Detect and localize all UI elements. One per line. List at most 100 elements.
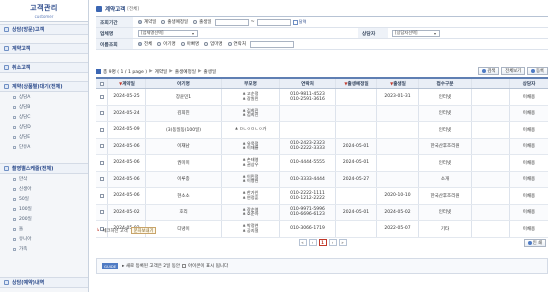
radio-due-date[interactable]: 출생예정일 [161, 19, 188, 25]
sidebar-subitem[interactable]: 가족 [0, 244, 88, 254]
search-button[interactable]: 검색 [478, 67, 500, 75]
page-prev-button[interactable]: ‹ [308, 239, 317, 246]
sidebar-subitem[interactable]: 100일 [0, 204, 88, 214]
radio-birth-date[interactable]: 출생일 [193, 19, 212, 25]
parents-list: 유욱정이재룡 [243, 141, 259, 151]
sidebar-subitem[interactable]: 만삭 [0, 174, 88, 184]
cell-due-date [336, 188, 377, 204]
date-start-input[interactable] [214, 18, 249, 26]
phone-number: 010-3333-4444 [290, 176, 325, 182]
sidebar-item-history[interactable]: 상담(예약)내역 [0, 277, 88, 288]
cell-baby-name[interactable]: 장윤민1 [146, 89, 222, 105]
sidebar-item-cancel[interactable]: 취소고객 [0, 62, 88, 73]
page-header: 계약고객 [전체] [96, 4, 139, 14]
table-row[interactable]: 2024-05-09(3)동일동(100일) ㅁㄴㅇㅁㄴㅇ가 인터넷 이채용 [96, 122, 548, 139]
sidebar-group-contract[interactable]: 계약고객 [0, 43, 88, 54]
sort-link-contract-date[interactable]: 계약일 [155, 69, 168, 75]
page-current[interactable]: 1 [318, 239, 327, 246]
calendar-button[interactable]: 달력 [292, 19, 306, 25]
table-row[interactable]: 2024-05-02디냉이박정연공지철010-3066-17192022-05-… [96, 221, 548, 238]
filter-label: 상담자 [358, 28, 388, 38]
sidebar-item-label: 상담(방문)고객 [12, 27, 45, 33]
parent-name: 장원민 [243, 96, 259, 102]
sidebar-subitem[interactable]: 상담E [0, 132, 88, 142]
parent-name: 호준아 [243, 212, 259, 217]
main-content: 계약고객 [전체] 조회기간 계약일 출생예정일 출생일 ~ 달력 업체명 [업… [90, 0, 555, 292]
cell-baby-name[interactable]: 호리 [146, 204, 222, 220]
header-contract-date[interactable]: ▼ 계약일 [108, 79, 146, 88]
sort-link-birth-date[interactable]: 출생일 [204, 69, 217, 75]
sidebar-subitem[interactable]: 50일 [0, 194, 88, 204]
sidebar-subitem[interactable]: 상담C [0, 112, 88, 122]
sidebar-item-consult[interactable]: 상담(방문)고객 [0, 24, 88, 35]
header-select-all[interactable] [96, 79, 108, 88]
table-row[interactable]: 2024-05-06권미미 손태영권상우 010-4444-5555 2024-05-… [96, 155, 548, 172]
cell-baby-name[interactable]: 이재남 [146, 138, 222, 154]
sidebar-subitem[interactable]: 돌 [0, 224, 88, 234]
cell-baby-name[interactable]: 현소소 [146, 188, 222, 204]
row-checkbox[interactable] [96, 138, 108, 154]
sort-link-due-date[interactable]: 출생예정일 [175, 69, 196, 75]
sidebar-subitem[interactable]: 단유A [0, 142, 88, 152]
radio-father-name[interactable]: 아빠명 [180, 41, 199, 47]
view-all-button[interactable]: 전체보기 [501, 67, 526, 75]
sidebar-item-waiting[interactable]: 계약(상품별)대기(전체) [0, 81, 88, 92]
header-birth-date[interactable]: ▼ 출생일 [377, 79, 419, 88]
table-row[interactable]: 2024-05-25장윤민1 고순정장원민 010-9811-4523010-259… [96, 89, 548, 106]
table-row[interactable]: 2024-05-06현소소 한가인연정훈 010-2222-1111010-1212… [96, 188, 548, 205]
sidebar-subitem[interactable]: 상담B [0, 102, 88, 112]
row-checkbox[interactable] [96, 188, 108, 204]
header-due-date[interactable]: ▼ 출생예정일 [336, 79, 377, 88]
print-button[interactable]: 인 쇄 [523, 239, 546, 247]
cell-baby-name[interactable]: 디냉이 [146, 221, 222, 237]
folder-icon [4, 280, 9, 285]
name-search-input[interactable] [249, 40, 294, 48]
sidebar-subitem[interactable]: 상담D [0, 122, 88, 132]
row-checkbox[interactable] [96, 122, 108, 138]
register-button[interactable]: 등록 [527, 67, 548, 75]
checkbox-icon [99, 177, 104, 182]
radio-contract-date[interactable]: 계약일 [138, 19, 156, 25]
sidebar-group-cancel[interactable]: 취소고객 [0, 62, 88, 73]
radio-phone[interactable]: 연락처 [227, 41, 246, 47]
partner-select[interactable]: [업체명선택] ▾ [138, 29, 198, 37]
search-button-label: 검색 [487, 69, 496, 74]
table-row[interactable]: 2024-05-06이재남 유욱정이재룡 010-2423-2323010-2222… [96, 138, 548, 155]
radio-mother-name[interactable]: 엄마명 [204, 41, 223, 47]
row-checkbox[interactable] [96, 89, 108, 105]
filter-label: 조회기간 [96, 17, 133, 27]
app-title: 고객관리 [30, 4, 58, 12]
sidebar-group-history[interactable]: 상담(예약)내역 [0, 277, 88, 288]
cell-baby-name[interactable]: 이루종 [146, 171, 222, 187]
sidebar-subitem[interactable]: 200일 [0, 214, 88, 224]
cell-baby-name[interactable]: (3)동일동(100일) [146, 122, 222, 138]
header-status [472, 79, 510, 88]
radio-label: 출생일 [199, 20, 212, 25]
row-checkbox[interactable] [96, 171, 108, 187]
sidebar-subitem[interactable]: 유니아 [0, 234, 88, 244]
date-end-input[interactable] [256, 18, 291, 26]
row-checkbox[interactable] [96, 105, 108, 121]
send-sms-button[interactable]: 문자보내기 [130, 227, 157, 234]
table-row[interactable]: 2024-05-24김희진김희진김희진인터넷이채용 [96, 105, 548, 122]
sidebar-item-schedule[interactable]: 촬영별스케줄(전체) [0, 163, 88, 174]
sidebar-item-contract[interactable]: 계약고객 [0, 43, 88, 54]
cell-baby-name[interactable]: 김희진 [146, 105, 222, 121]
radio-all[interactable]: 전체 [138, 41, 152, 47]
page-next-button[interactable]: › [328, 239, 337, 246]
sidebar-subitem[interactable]: 신생아 [0, 184, 88, 194]
manager-select[interactable]: [상담자선택] ▾ [392, 29, 440, 37]
page-last-button[interactable]: » [338, 239, 347, 246]
sidebar-group-consult[interactable]: 상담(방문)고객 [0, 24, 88, 35]
cell-birth-date [377, 138, 419, 154]
table-row[interactable]: 2024-05-06이루종 이민정이병헌 010-3333-4444 2024-05-… [96, 171, 548, 188]
radio-baby-name[interactable]: 아기명 [157, 41, 176, 47]
cell-baby-name[interactable]: 권미미 [146, 155, 222, 171]
header-phone: 연락처 [280, 79, 336, 88]
row-checkbox[interactable] [96, 155, 108, 171]
row-checkbox[interactable] [96, 204, 108, 220]
page-first-button[interactable]: « [298, 239, 307, 246]
cell-status [472, 204, 510, 220]
table-row[interactable]: 2024-05-02호리장순영호준아010-9971-5996010-6696-… [96, 204, 548, 221]
sidebar-subitem[interactable]: 상담A [0, 92, 88, 102]
